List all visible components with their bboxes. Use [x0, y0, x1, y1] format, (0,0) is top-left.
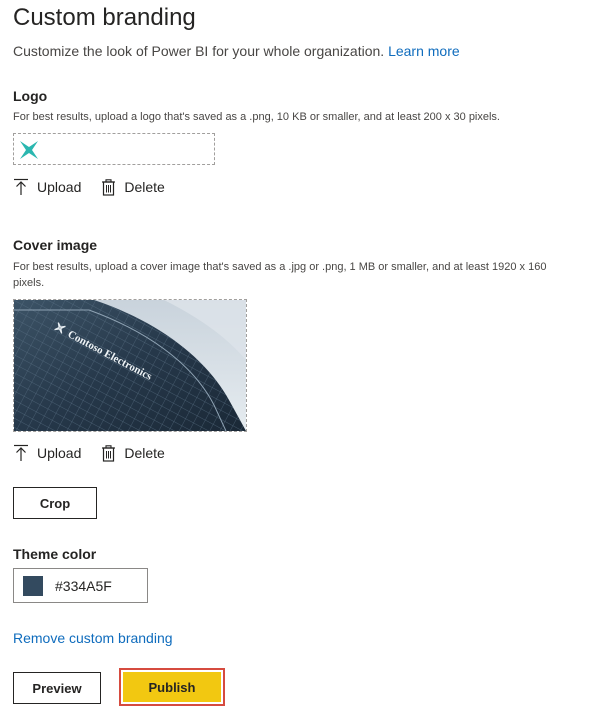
publish-highlight: Publish: [119, 668, 225, 706]
logo-delete-label: Delete: [124, 179, 165, 195]
theme-color-value[interactable]: #334A5F: [55, 578, 112, 594]
theme-color-swatch[interactable]: [23, 575, 43, 596]
intro-text: Customize the look of Power BI for your …: [13, 43, 460, 59]
preview-button[interactable]: Preview: [13, 672, 101, 704]
trash-icon: [102, 178, 116, 196]
logo-actions: Upload Delete: [13, 178, 165, 196]
logo-heading: Logo: [13, 88, 48, 104]
theme-color-field[interactable]: #334A5F: [13, 568, 148, 603]
learn-more-link[interactable]: Learn more: [388, 43, 460, 59]
cover-delete-button[interactable]: Delete: [101, 444, 165, 462]
cover-hint: For best results, upload a cover image t…: [13, 261, 547, 289]
cover-upload-button[interactable]: Upload: [13, 444, 81, 462]
cover-heading: Cover image: [13, 237, 98, 253]
logo-delete-button[interactable]: Delete: [101, 178, 165, 196]
contoso-logo-icon: [20, 141, 38, 159]
logo-upload-label: Upload: [37, 179, 82, 195]
logo-preview: [13, 133, 215, 165]
cover-image: Contoso Electronics: [14, 300, 246, 431]
cover-delete-label: Delete: [124, 445, 165, 461]
cover-image-preview: Contoso Electronics: [13, 299, 247, 432]
remove-custom-branding-link[interactable]: Remove custom branding: [13, 630, 173, 646]
upload-icon: [14, 444, 28, 461]
logo-hint: For best results, upload a logo that's s…: [13, 111, 500, 123]
theme-heading: Theme color: [13, 546, 97, 562]
page-title: Custom branding: [13, 4, 196, 31]
cover-upload-label: Upload: [37, 445, 82, 461]
upload-icon: [14, 178, 28, 195]
cover-actions: Upload Delete: [13, 444, 165, 462]
crop-button[interactable]: Crop: [13, 487, 97, 519]
publish-button[interactable]: Publish: [123, 672, 221, 702]
logo-upload-button[interactable]: Upload: [13, 178, 81, 196]
trash-icon: [102, 444, 116, 462]
intro-description: Customize the look of Power BI for your …: [13, 43, 385, 59]
